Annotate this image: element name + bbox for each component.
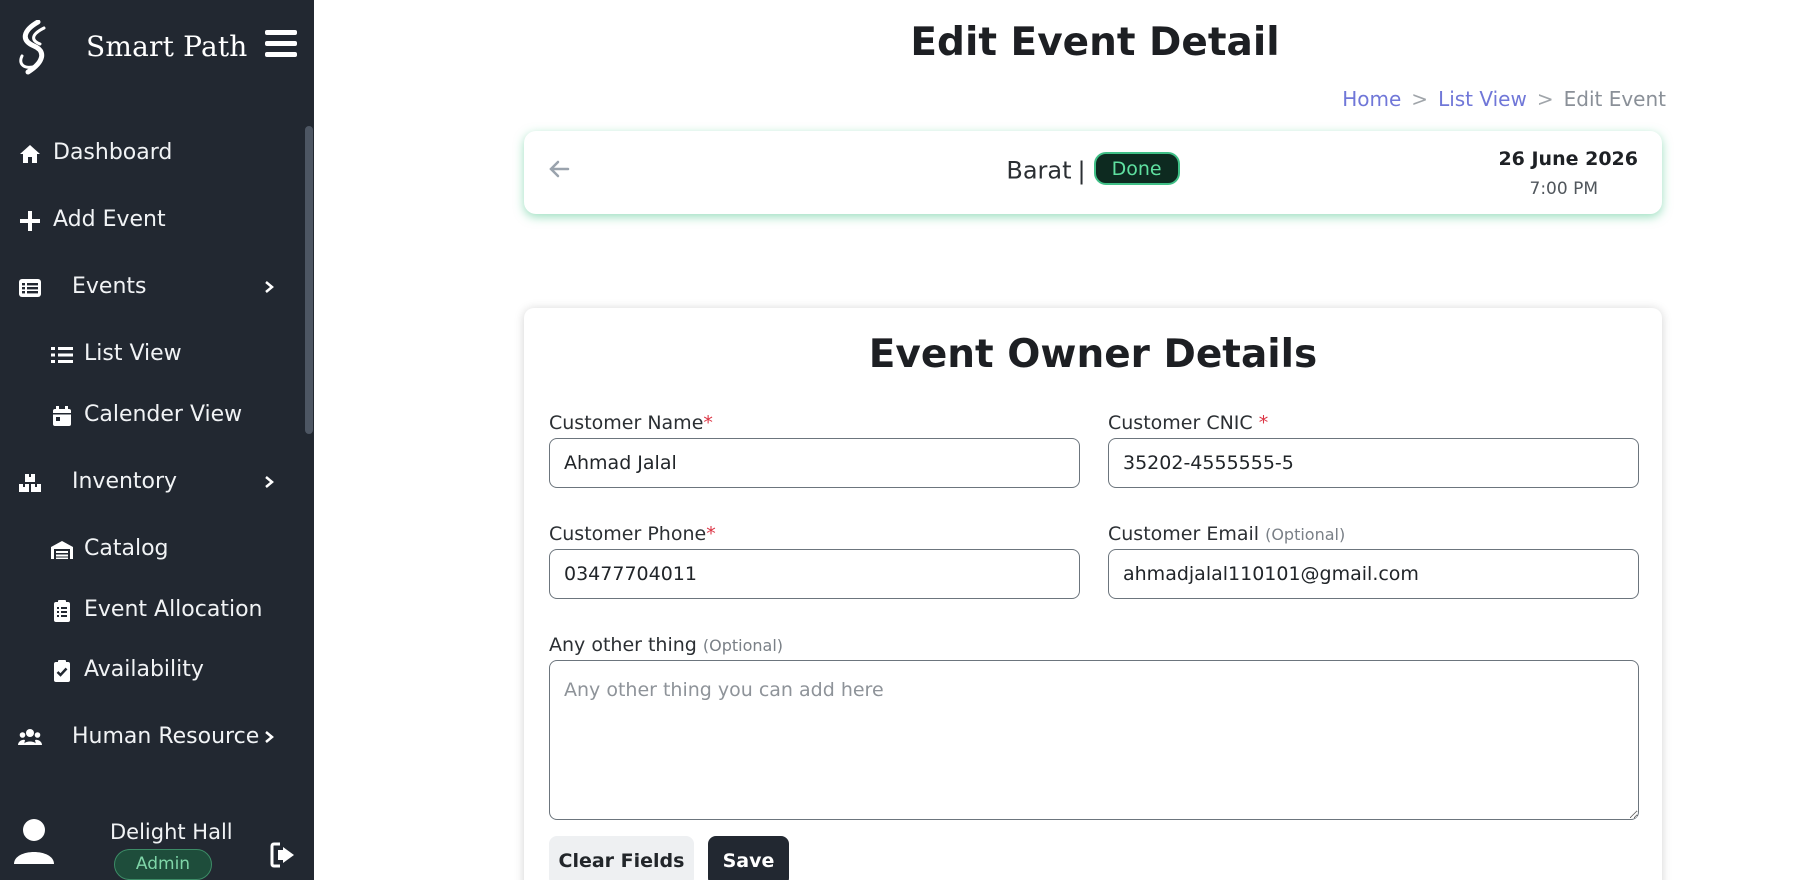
customer-phone-label-text: Customer Phone xyxy=(549,523,707,545)
sidebar-item-label: Catalog xyxy=(84,536,169,561)
sidebar-scrollbar-thumb[interactable] xyxy=(305,126,313,434)
sidebar-item-add-event[interactable]: Add Event xyxy=(0,195,300,245)
optional-marker: (Optional) xyxy=(702,636,784,655)
sidebar-item-list-view[interactable]: List View xyxy=(0,329,300,379)
required-marker: * xyxy=(703,412,713,434)
boxes-icon xyxy=(19,474,41,492)
breadcrumb-separator: > xyxy=(1536,87,1554,111)
logo-icon xyxy=(19,20,46,75)
breadcrumb-current: Edit Event xyxy=(1563,87,1666,111)
customer-name-label-text: Customer Name xyxy=(549,412,704,434)
customer-name-label: Customer Name* xyxy=(549,412,713,434)
sidebar-item-inventory[interactable]: Inventory xyxy=(0,457,300,507)
brand-name: Smart Path xyxy=(86,30,248,63)
sidebar-item-dashboard[interactable]: Dashboard xyxy=(0,128,300,178)
customer-email-label: Customer Email (Optional) xyxy=(1108,523,1345,545)
sidebar-item-catalog[interactable]: Catalog xyxy=(0,524,300,574)
sidebar-nav: Dashboard Add Event Events List View Cal… xyxy=(0,125,304,745)
breadcrumb-separator: > xyxy=(1411,87,1429,111)
sidebar-item-availability[interactable]: Availability xyxy=(0,645,300,695)
sidebar-item-label: Event Allocation xyxy=(84,597,263,622)
clipboard-list-icon xyxy=(54,600,70,622)
list-icon xyxy=(51,347,73,363)
chevron-right-icon xyxy=(265,731,274,743)
required-marker: * xyxy=(1258,412,1269,434)
event-time: 7:00 PM xyxy=(1529,179,1599,199)
logout-icon[interactable] xyxy=(270,842,298,868)
required-marker: * xyxy=(706,523,716,545)
sidebar: Smart Path Dashboard Add Event Events Li… xyxy=(0,0,314,880)
section-title: Event Owner Details xyxy=(868,332,1318,377)
brand: Smart Path xyxy=(0,0,314,100)
customer-cnic-input[interactable] xyxy=(1108,438,1639,488)
home-icon xyxy=(20,145,40,163)
other-label: Any other thing (Optional) xyxy=(549,634,783,656)
customer-cnic-label-text: Customer CNIC xyxy=(1108,412,1259,434)
main-content: Edit Event Detail Home > List View > Edit Ev… xyxy=(314,0,1816,880)
menu-toggle-icon[interactable] xyxy=(265,30,297,62)
customer-name-input[interactable] xyxy=(549,438,1080,488)
clipboard-check-icon xyxy=(54,660,70,682)
breadcrumb-home[interactable]: Home xyxy=(1342,87,1401,111)
status-badge: Done xyxy=(1093,152,1180,185)
customer-phone-label: Customer Phone* xyxy=(549,523,716,545)
event-date: 26 June 2026 xyxy=(1498,148,1638,170)
users-icon xyxy=(18,729,42,745)
breadcrumb: Home > List View > Edit Event xyxy=(1342,87,1666,111)
plus-icon xyxy=(20,211,40,231)
list-box-icon xyxy=(19,279,41,297)
page-title: Edit Event Detail xyxy=(910,20,1280,65)
sidebar-item-label: Human Resource xyxy=(72,724,260,745)
role-badge: Admin xyxy=(114,849,212,880)
clear-fields-button[interactable]: Clear Fields xyxy=(549,836,694,880)
sidebar-item-label: Calender View xyxy=(84,402,243,427)
sidebar-item-calender-view[interactable]: Calender View xyxy=(0,390,300,440)
sidebar-item-label: List View xyxy=(84,341,182,366)
customer-cnic-label: Customer CNIC * xyxy=(1108,412,1268,434)
sidebar-item-human-resource[interactable]: Human Resource xyxy=(0,712,300,745)
customer-email-input[interactable] xyxy=(1108,549,1639,599)
warehouse-icon xyxy=(51,541,73,559)
calendar-icon xyxy=(53,406,71,426)
event-heading: Barat | Done xyxy=(524,152,1662,188)
save-button[interactable]: Save xyxy=(708,836,789,880)
event-name: Barat xyxy=(1006,156,1072,185)
chevron-right-icon xyxy=(265,476,274,488)
sidebar-item-event-allocation[interactable]: Event Allocation xyxy=(0,585,300,635)
sidebar-item-label: Add Event xyxy=(53,207,166,232)
user-panel: Delight Hall Admin xyxy=(0,800,314,880)
user-name: Delight Hall xyxy=(110,820,233,844)
sidebar-item-label: Dashboard xyxy=(53,140,173,165)
event-owner-card: Event Owner Details Customer Name* Custo… xyxy=(524,308,1662,880)
other-label-text: Any other thing xyxy=(549,634,703,656)
sidebar-item-label: Events xyxy=(72,274,147,299)
customer-phone-input[interactable] xyxy=(549,549,1080,599)
sidebar-item-events[interactable]: Events xyxy=(0,262,300,312)
sidebar-item-label: Inventory xyxy=(72,469,178,494)
customer-email-label-text: Customer Email xyxy=(1108,523,1266,545)
sidebar-item-label: Availability xyxy=(84,657,204,682)
event-separator: | xyxy=(1077,156,1086,185)
optional-marker: (Optional) xyxy=(1265,525,1346,544)
app-root: Smart Path Dashboard Add Event Events Li… xyxy=(0,0,1816,880)
other-textarea[interactable] xyxy=(549,660,1639,820)
event-summary-bar: Barat | Done 26 June 2026 7:00 PM xyxy=(524,131,1662,214)
chevron-right-icon xyxy=(265,281,274,293)
breadcrumb-list-view[interactable]: List View xyxy=(1438,87,1527,111)
user-avatar-icon xyxy=(14,819,54,864)
